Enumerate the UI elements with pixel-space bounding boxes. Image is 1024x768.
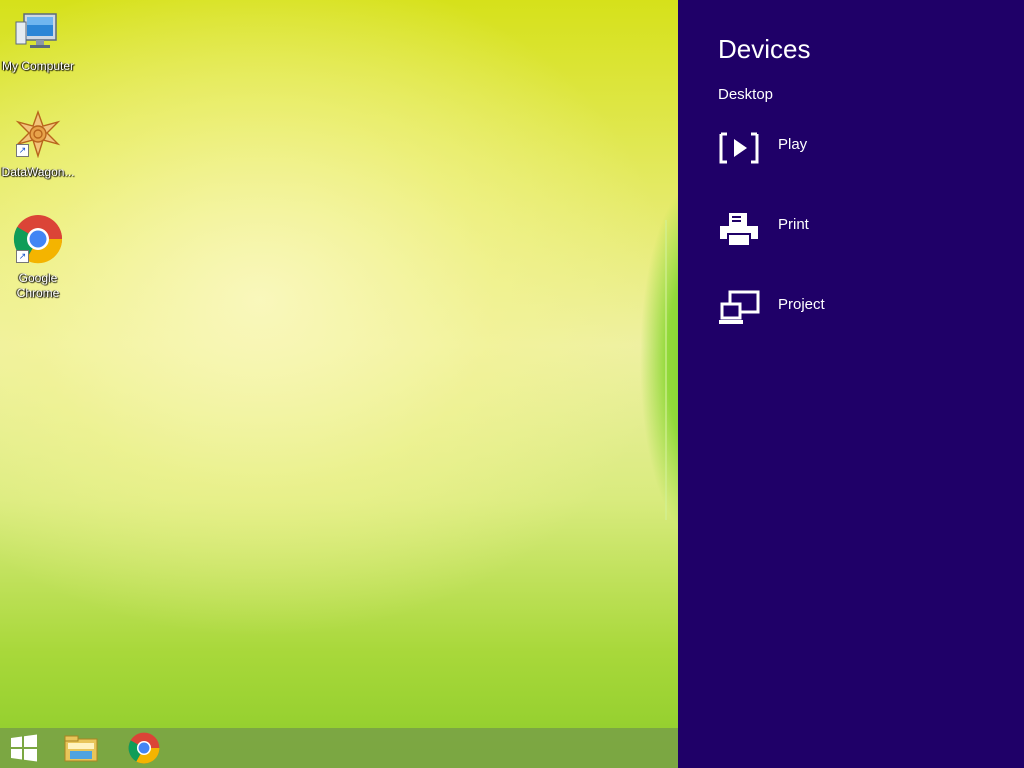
desktop-wallpaper: My Computer ↗ DataWagon... ↗ Google Chro… [0,0,678,768]
project-icon [719,290,760,324]
taskbar [0,728,678,768]
desktop-icon-my-computer[interactable]: My Computer [0,8,76,74]
start-icon [11,734,37,762]
desktop-icon-label: My Computer [1,59,75,73]
shortcut-arrow-icon: ↗ [16,250,29,263]
desktop-icon-label: Google Chrome [16,271,60,300]
charm-item-project[interactable]: Project [718,288,998,338]
leaf-vein [665,220,667,520]
play-icon [719,132,759,164]
charm-item-label: Play [778,136,808,153]
desktop-icon-label: DataWagon... [1,165,75,179]
charm-item-play[interactable]: Play [718,128,998,178]
taskbar-chrome[interactable] [120,728,168,768]
start-button[interactable] [0,728,48,768]
leaf-graphic [640,180,678,540]
file-explorer-icon [64,735,98,762]
taskbar-file-explorer[interactable] [57,728,105,768]
shortcut-arrow-icon: ↗ [16,144,29,157]
charm-item-print[interactable]: Print [718,208,998,258]
chrome-icon [128,732,160,764]
print-icon [720,213,758,247]
my-computer-icon [15,13,57,48]
charm-title: Devices [718,34,811,64]
charm-item-label: Project [778,296,825,313]
charm-item-label: Print [778,216,809,233]
devices-charm-panel: Devices Desktop Play Print Project [678,0,1024,768]
charm-subtitle: Desktop [718,86,774,103]
desktop-icon-datawagon[interactable]: ↗ DataWagon... [0,109,76,180]
desktop-icon-google-chrome[interactable]: ↗ Google Chrome [0,214,76,301]
